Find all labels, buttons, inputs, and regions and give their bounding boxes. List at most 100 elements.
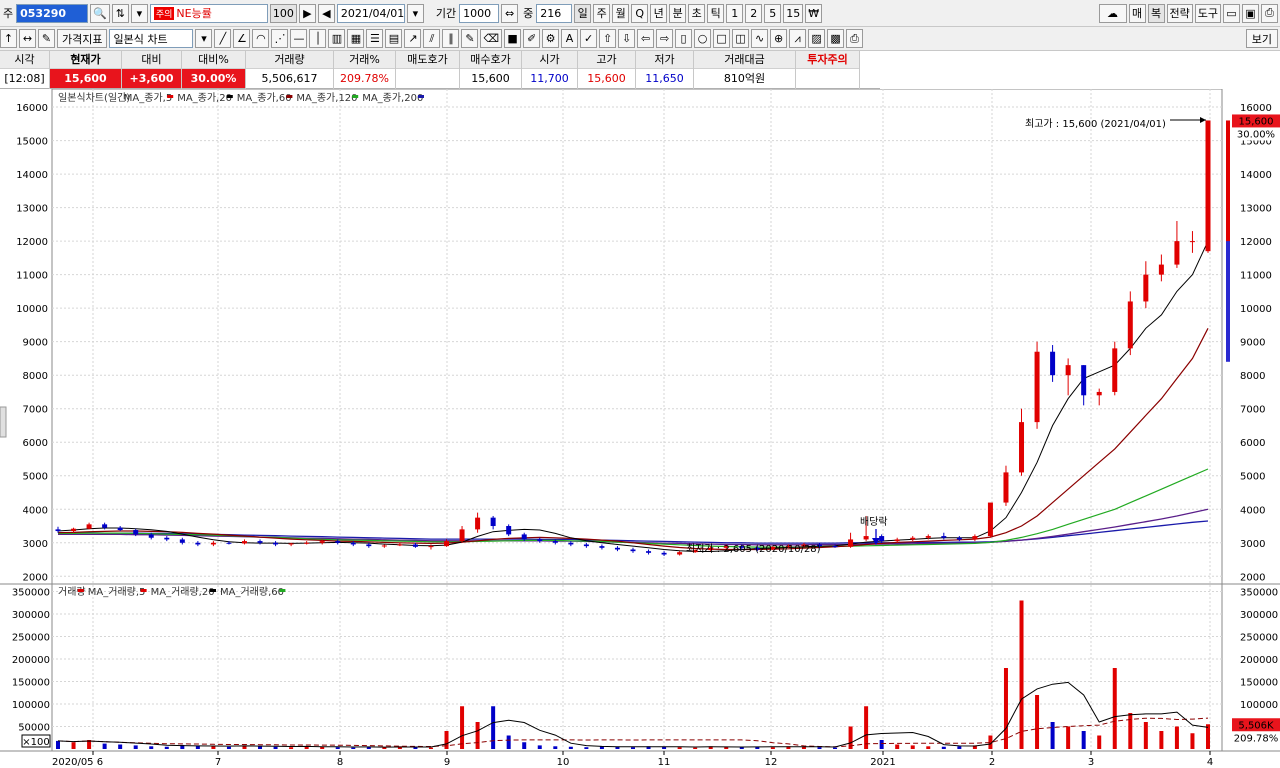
zoom-in-icon[interactable]: ⊕ [770,29,788,48]
period-input[interactable]: 1000 [459,3,500,23]
period-button[interactable]: ₩ [805,3,823,23]
candle-body [179,539,185,543]
toolbar-right-button[interactable]: 도구 [1194,3,1221,23]
left-icon[interactable]: ⇦ [637,29,655,48]
period-button[interactable]: Q [631,3,649,23]
doc-icon[interactable]: ▯ [675,29,693,48]
pen-icon[interactable]: ✎ [461,29,479,48]
toolbar-right-button[interactable]: 전략 [1166,3,1193,23]
chart-type-select[interactable]: 일본식 차트 [109,29,194,48]
x-tick-label: 7 [215,757,221,768]
arrows-lr-icon[interactable]: ↔ [19,29,36,48]
eraser-icon[interactable]: ⌫ [480,29,503,48]
mark-icon[interactable]: ✓ [580,29,598,48]
period-button[interactable]: 틱 [707,3,725,23]
table-icon[interactable]: ▤ [385,29,403,48]
bars-icon[interactable]: ▦ [347,29,365,48]
angle-icon[interactable]: ∠ [233,29,251,48]
chart-icon[interactable]: ▨ [808,29,826,48]
cloud-icon[interactable]: ☁ [1098,3,1127,23]
max-price-label: 최고가 : 15,600 (2021/04/01) [1025,118,1166,130]
toolbar-right-button[interactable]: 매 [1128,3,1146,23]
candle-body [86,524,92,529]
price-range-bar-low [1226,241,1230,362]
channel-icon[interactable]: ⫽ [423,29,441,48]
date-input[interactable]: 2021/04/01 [336,3,405,23]
volume-legend-entry: MA_거래량,5 [88,586,146,598]
period-button[interactable]: 초 [688,3,706,23]
price-tick-right: 8000 [1240,371,1265,382]
ray-icon[interactable]: ↗ [404,29,422,48]
right-icon[interactable]: ⇨ [656,29,674,48]
search-icon[interactable]: 🔍 [90,3,110,23]
compare-icon[interactable]: ◫ [732,29,750,48]
period-button[interactable]: 주 [593,3,611,23]
view-label: 중 [523,7,534,20]
quote-value: 5,506,617 [261,72,318,85]
prev-icon[interactable]: ◀ [317,3,335,23]
parallel-icon[interactable]: ∥ [442,29,460,48]
candle-body [490,517,496,527]
candle-body [537,539,543,542]
quote-column: 매도호가 [396,51,460,89]
print-icon[interactable]: ⎙ [1261,3,1278,23]
period-button[interactable]: 15 [783,3,804,23]
wave-icon[interactable]: ∿ [751,29,769,48]
zoom-icon[interactable]: ⇔ [501,3,519,23]
folder-icon[interactable]: ▭ [1223,3,1240,23]
grid-icon[interactable]: ▥ [328,29,346,48]
zigzag-icon[interactable]: ⩘ [789,29,807,48]
vline-icon[interactable]: │ [309,29,327,48]
stock-num[interactable]: 100 [269,3,297,23]
hline-icon[interactable]: — [290,29,308,48]
stock-name-field[interactable]: 주의 NE능률 [149,3,268,23]
save-icon[interactable]: ▣ [1242,3,1259,23]
volume-bar [693,747,698,749]
color-icon[interactable]: ■ [504,29,522,48]
period-button[interactable]: 5 [764,3,782,23]
up-icon[interactable]: ⇧ [599,29,617,48]
period-button[interactable]: 월 [612,3,630,23]
volume-bar [491,706,496,749]
quote-column: 시각 [12:08] [0,51,50,89]
volume-bar [631,747,635,749]
toolbar-right-button[interactable]: 복 [1147,3,1165,23]
sort-icon[interactable]: ⇅ [111,3,129,23]
printer-icon[interactable]: ⎙ [846,29,864,48]
period-button[interactable]: 분 [669,3,687,23]
period-button[interactable]: 1 [726,3,744,23]
down-icon[interactable]: ⇩ [618,29,636,48]
candle-body [226,542,232,544]
price-legend-entry: MA_종가,60 [237,92,292,104]
text-icon[interactable]: A [561,29,579,48]
settings-icon[interactable]: ⚙ [542,29,560,48]
candle-body [210,542,216,545]
arrow-up-icon[interactable]: ↑ [0,29,17,48]
brush-icon[interactable]: ✐ [523,29,541,48]
chart-type-dropdown-icon[interactable]: ▾ [195,29,213,48]
period-button[interactable]: 일 [574,3,592,23]
period-button[interactable]: 2 [745,3,763,23]
view-input[interactable]: 216 [536,3,573,23]
stock-chart[interactable]: 2000 2000 3000 3000 4000 4000 5000 5000 6000 6000… [0,89,1280,768]
legend-swatch [286,95,293,98]
chart-area[interactable]: 2000 2000 3000 3000 4000 4000 5000 5000 6000 6000… [0,89,1280,768]
quote-value: 11,650 [645,72,684,85]
candle-body [397,544,403,546]
date-dropdown-icon[interactable]: ▾ [406,3,424,23]
picture-icon[interactable]: ▩ [827,29,845,48]
next-icon[interactable]: ▶ [298,3,316,23]
arc-icon[interactable]: ◠ [252,29,270,48]
list-icon[interactable]: ☰ [366,29,384,48]
volume-tick-left: 100000 [12,700,50,711]
indicator-button[interactable]: 가격지표 [57,29,108,48]
line-icon[interactable]: ╱ [214,29,232,48]
rect-icon[interactable]: □ [713,29,731,48]
circle-icon[interactable]: ○ [694,29,712,48]
edit-icon[interactable]: ✎ [38,29,55,48]
dropdown-icon[interactable]: ▾ [130,3,148,23]
stock-code-input[interactable]: 053290 [16,3,89,23]
period-button[interactable]: 년 [650,3,668,23]
view-button[interactable]: 보기 [1245,29,1278,48]
fan-icon[interactable]: ⋰ [271,29,289,48]
